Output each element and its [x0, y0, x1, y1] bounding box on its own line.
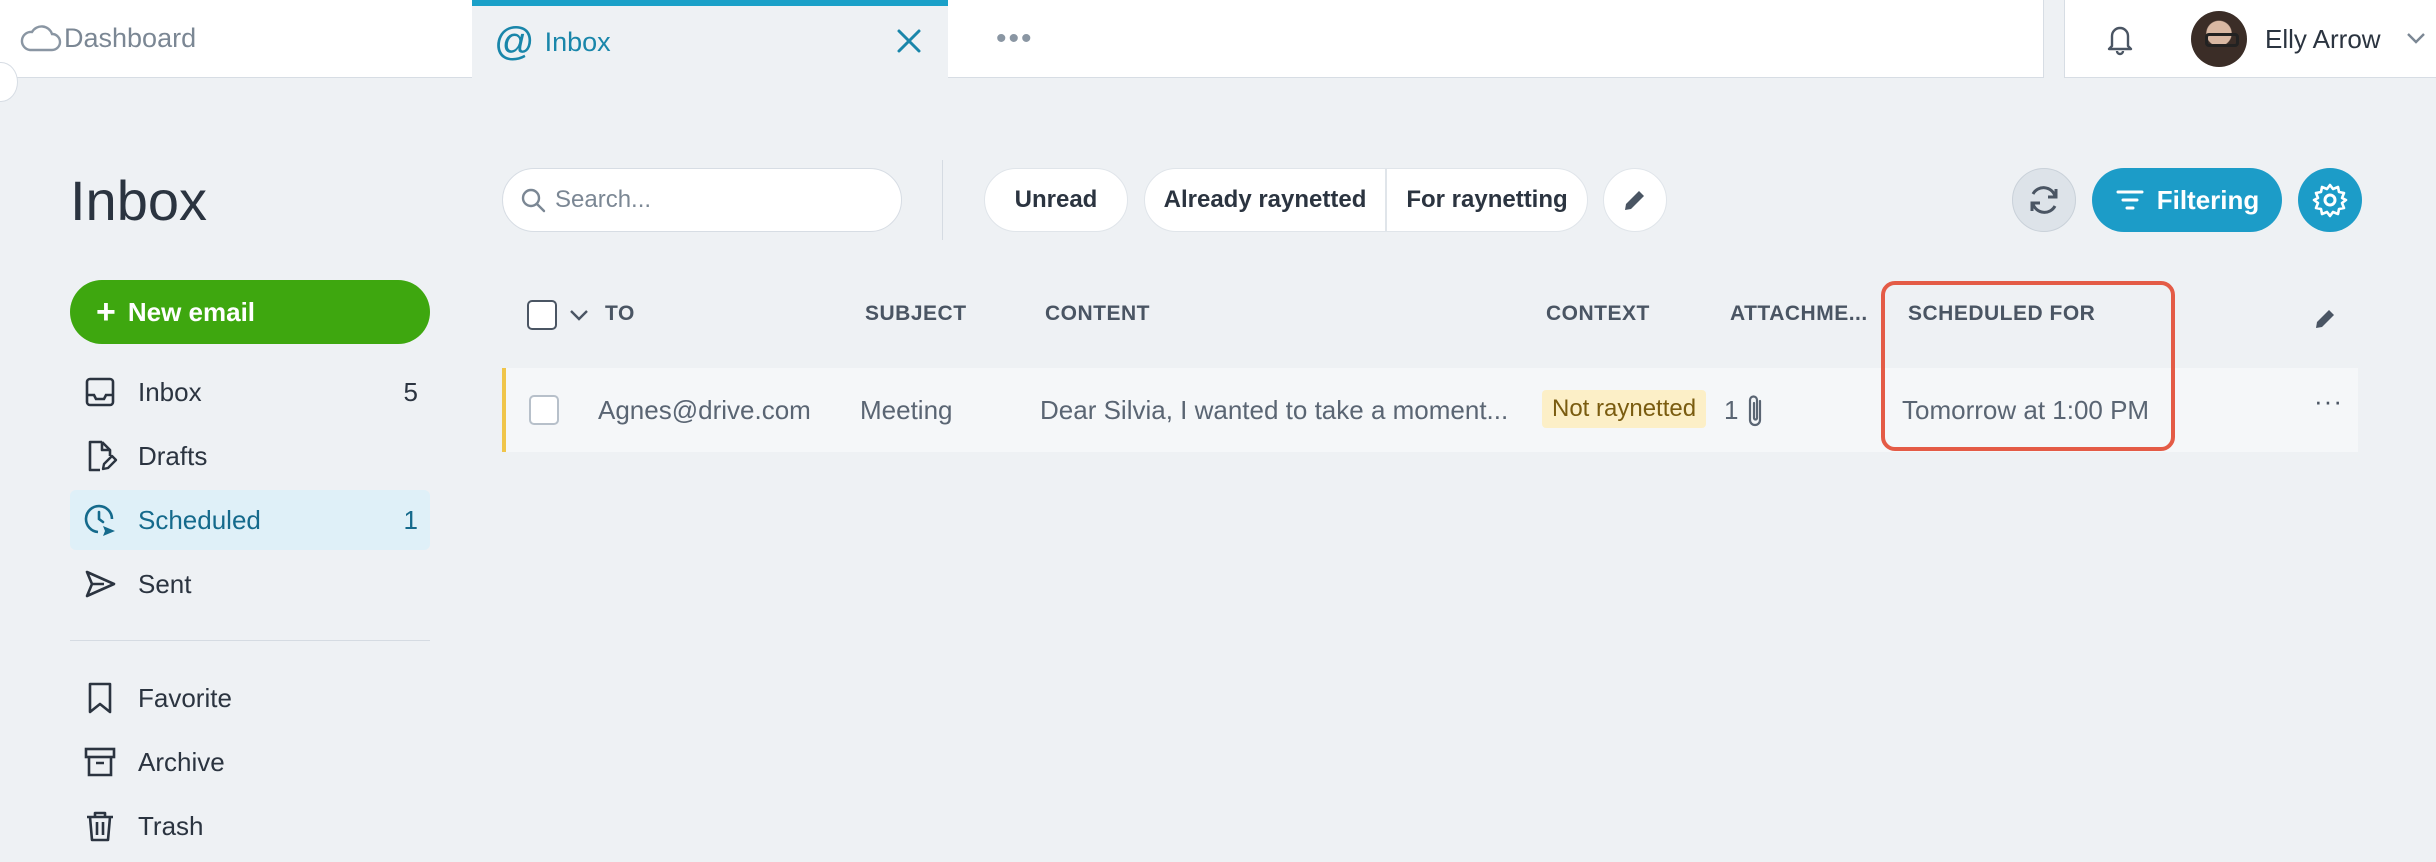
sidebar-item-scheduled[interactable]: Scheduled 1: [70, 490, 430, 550]
scheduled-icon: [84, 504, 115, 536]
sidebar-item-sent[interactable]: Sent: [70, 554, 430, 614]
filter-for-raynetting-button[interactable]: For raynetting: [1386, 168, 1588, 232]
sent-icon: [85, 570, 116, 598]
pencil-icon[interactable]: [2312, 304, 2340, 332]
filter-unread-label: Unread: [1014, 186, 1098, 213]
refresh-button[interactable]: [2012, 168, 2076, 232]
user-name[interactable]: Elly Arrow: [2265, 24, 2381, 55]
sidebar-item-drafts[interactable]: Drafts: [70, 426, 430, 486]
row-subject: Meeting: [860, 395, 953, 425]
scheduled-count: 1: [403, 504, 418, 535]
tab-inbox-label: Inbox: [544, 26, 611, 57]
edit-filters-button[interactable]: [1603, 168, 1667, 232]
close-icon[interactable]: [892, 24, 926, 58]
tab-dashboard[interactable]: Dashboard: [0, 0, 472, 78]
gear-icon: [2312, 183, 2348, 218]
user-bar: Elly Arrow: [2064, 0, 2436, 78]
row-more-icon[interactable]: ···: [2314, 386, 2343, 417]
cloud-icon: [20, 24, 62, 51]
sidebar-item-label: Trash: [138, 810, 204, 841]
sidebar-item-favorite[interactable]: Favorite: [70, 668, 430, 728]
sync-icon: [2030, 186, 2058, 214]
sidebar-item-label: Scheduled: [138, 504, 261, 535]
column-subject[interactable]: SUBJECT: [865, 302, 967, 326]
sidebar-item-label: Drafts: [138, 440, 208, 471]
column-scheduled-for[interactable]: SCHEDULED FOR: [1908, 302, 2095, 326]
top-bar: Dashboard @ Inbox ••• Elly Arrow: [0, 0, 2436, 78]
more-tabs-button[interactable]: •••: [948, 0, 2044, 78]
row-to: Agnes@drive.com: [598, 395, 811, 425]
context-badge: Not raynetted: [1542, 390, 1707, 428]
bookmark-icon: [88, 682, 112, 714]
search-input[interactable]: [555, 186, 875, 214]
page-title: Inbox: [70, 169, 207, 232]
filtering-button[interactable]: Filtering: [2092, 168, 2282, 232]
filter-already-raynetted-button[interactable]: Already raynetted: [1144, 168, 1386, 232]
row-checkbox[interactable]: [529, 395, 559, 425]
select-all-checkbox[interactable]: [527, 300, 557, 330]
archive-icon: [84, 747, 116, 777]
drafts-icon: [88, 440, 118, 472]
table-row[interactable]: Agnes@drive.com Meeting Dear Silvia, I w…: [502, 368, 2358, 452]
sidebar-item-label: Inbox: [138, 376, 202, 407]
trash-icon: [87, 811, 113, 842]
new-email-button[interactable]: + New email: [70, 280, 430, 344]
inbox-icon: [85, 377, 115, 407]
row-content: Dear Silvia, I wanted to take a moment..…: [1040, 395, 1509, 425]
filter-unread-button[interactable]: Unread: [984, 168, 1128, 232]
column-content[interactable]: CONTENT: [1045, 302, 1150, 326]
row-scheduled-for: Tomorrow at 1:00 PM: [1902, 395, 2150, 425]
row-attachment-count: 1: [1724, 395, 1739, 425]
tab-inbox[interactable]: @ Inbox: [472, 0, 948, 78]
search-icon: [521, 188, 546, 213]
sidebar-item-trash[interactable]: Trash: [70, 796, 430, 856]
sidebar-item-label: Archive: [138, 746, 225, 777]
sidebar-item-inbox[interactable]: Inbox 5: [70, 362, 430, 422]
avatar[interactable]: [2191, 11, 2247, 67]
filter-for-raynetting-label: For raynetting: [1406, 186, 1568, 213]
plus-icon: +: [96, 293, 116, 331]
at-icon: @: [494, 20, 535, 64]
chevron-down-icon[interactable]: [568, 306, 590, 324]
filter-already-label: Already raynetted: [1163, 186, 1367, 213]
bell-icon[interactable]: [2103, 20, 2137, 56]
search-box[interactable]: [502, 168, 902, 232]
chevron-down-icon[interactable]: [2405, 28, 2427, 48]
column-attachments[interactable]: ATTACHME...: [1730, 302, 1868, 326]
more-dots-icon: •••: [996, 21, 1034, 55]
inbox-count: 5: [403, 376, 418, 407]
column-context[interactable]: CONTEXT: [1546, 302, 1650, 326]
toolbar-divider: [942, 160, 943, 240]
sidebar-item-label: Sent: [138, 568, 192, 599]
tab-dashboard-label: Dashboard: [64, 23, 197, 53]
new-email-label: New email: [127, 296, 256, 327]
column-to[interactable]: TO: [605, 302, 635, 326]
table-header: TO SUBJECT CONTENT CONTEXT ATTACHME... S…: [502, 284, 2358, 344]
paperclip-icon: [1748, 395, 1762, 427]
pencil-icon: [1625, 191, 1644, 210]
filter-icon: [2116, 190, 2144, 210]
settings-button[interactable]: [2298, 168, 2362, 232]
sidebar-item-label: Favorite: [138, 682, 232, 713]
sidebar-divider: [70, 640, 430, 641]
sidebar-item-archive[interactable]: Archive: [70, 732, 430, 792]
filtering-label: Filtering: [2156, 184, 2260, 215]
